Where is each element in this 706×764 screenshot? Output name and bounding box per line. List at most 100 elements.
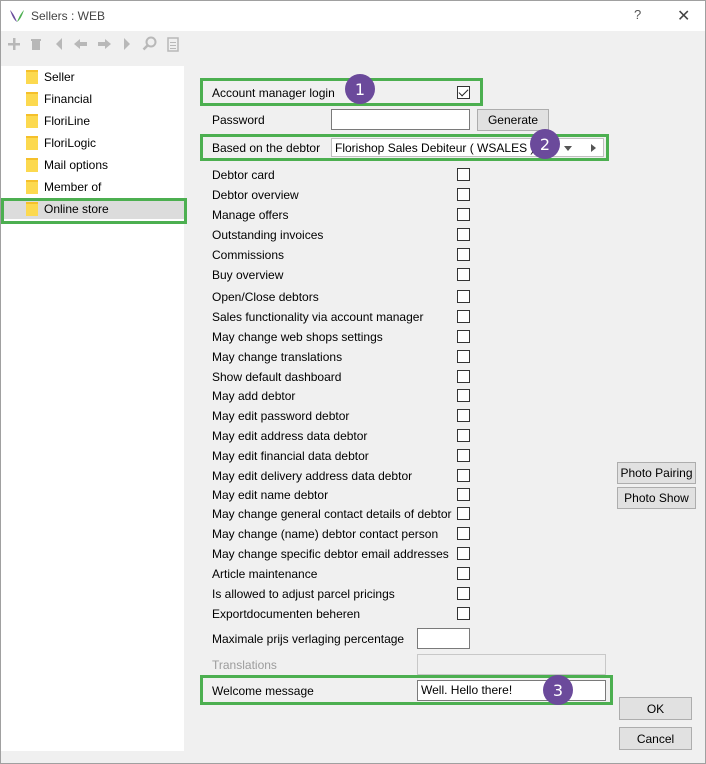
nav-item-label: Seller <box>44 70 75 84</box>
generate-button[interactable]: Generate <box>477 109 549 131</box>
nav-item-label: FloriLogic <box>44 136 97 150</box>
app-logo-icon <box>10 10 24 22</box>
title-bar: Sellers : WEB ? ✕ <box>1 1 705 31</box>
prev-icon[interactable] <box>71 34 91 54</box>
password-label: Password <box>212 113 265 127</box>
perm-checkbox-debtor-card[interactable] <box>457 168 470 181</box>
help-button[interactable]: ? <box>634 7 641 22</box>
nav-item-florilogic[interactable]: FloriLogic <box>1 133 184 153</box>
account-manager-login-checkbox[interactable] <box>457 86 470 99</box>
perm-label: Sales functionality via account manager <box>212 310 424 324</box>
perm-checkbox-general-contact[interactable] <box>457 507 470 520</box>
perm-label: May edit password debtor <box>212 409 350 423</box>
perm-checkbox-edit-password[interactable] <box>457 409 470 422</box>
perm-checkbox-exportdocumenten[interactable] <box>457 607 470 620</box>
nav-item-label: Mail options <box>44 158 109 172</box>
perm-label: Exportdocumenten beheren <box>212 607 361 621</box>
perm-checkbox-edit-delivery-address[interactable] <box>457 469 470 482</box>
folder-icon <box>26 136 38 150</box>
folder-icon <box>26 70 38 84</box>
photo-pairing-button[interactable]: Photo Pairing <box>617 462 696 484</box>
perm-label: May change web shops settings <box>212 330 383 344</box>
nav-item-mail-options[interactable]: Mail options <box>1 155 184 175</box>
annotation-badge-1: 1 <box>345 74 375 104</box>
navigation-panel: Seller Financial FloriLine FloriLogic Ma… <box>1 66 184 751</box>
toolbar <box>1 31 705 57</box>
perm-label: Outstanding invoices <box>212 228 324 242</box>
perm-checkbox-buy-overview[interactable] <box>457 268 470 281</box>
nav-item-seller[interactable]: Seller <box>1 67 184 87</box>
nav-item-label: Member of <box>44 180 102 194</box>
debtor-label: Based on the debtor <box>212 141 321 155</box>
document-icon[interactable] <box>163 34 183 54</box>
next-icon[interactable] <box>94 34 114 54</box>
perm-label: Manage offers <box>212 208 289 222</box>
translations-input <box>417 654 606 675</box>
delete-icon[interactable] <box>26 34 46 54</box>
debtor-combobox[interactable]: Florishop Sales Debiteur ( WSALES ) <box>331 138 604 157</box>
perm-label: Article maintenance <box>212 567 318 581</box>
annotation-badge-2: 2 <box>530 129 560 159</box>
folder-icon <box>26 158 38 172</box>
perm-label: May change specific debtor email address… <box>212 547 449 561</box>
perm-checkbox-edit-address[interactable] <box>457 429 470 442</box>
photo-show-button[interactable]: Photo Show <box>617 487 696 509</box>
max-price-label: Maximale prijs verlaging percentage <box>212 632 405 646</box>
welcome-message-input[interactable]: Well. Hello there! <box>417 680 606 701</box>
perm-checkbox-sales-functionality[interactable] <box>457 310 470 323</box>
max-price-input[interactable] <box>417 628 470 649</box>
perm-checkbox-parcel-pricings[interactable] <box>457 587 470 600</box>
debtor-value: Florishop Sales Debiteur ( WSALES ) <box>335 141 535 155</box>
perm-label: Open/Close debtors <box>212 290 319 304</box>
nav-item-financial[interactable]: Financial <box>1 89 184 109</box>
first-icon[interactable] <box>49 34 69 54</box>
perm-label: May change (name) debtor contact person <box>212 527 439 541</box>
perm-label: Debtor overview <box>212 188 299 202</box>
folder-icon <box>26 114 38 128</box>
perm-checkbox-edit-financial[interactable] <box>457 449 470 462</box>
perm-checkbox-manage-offers[interactable] <box>457 208 470 221</box>
perm-checkbox-outstanding-invoices[interactable] <box>457 228 470 241</box>
perm-label: Show default dashboard <box>212 370 342 384</box>
perm-label: Buy overview <box>212 268 284 282</box>
perm-checkbox-debtor-overview[interactable] <box>457 188 470 201</box>
perm-checkbox-edit-name[interactable] <box>457 488 470 501</box>
chevron-right-icon[interactable] <box>591 144 596 152</box>
perm-checkbox-default-dashboard[interactable] <box>457 370 470 383</box>
last-icon[interactable] <box>117 34 137 54</box>
translations-label: Translations <box>212 658 277 672</box>
nav-item-member-of[interactable]: Member of <box>1 177 184 197</box>
perm-checkbox-article-maintenance[interactable] <box>457 567 470 580</box>
add-icon[interactable] <box>4 34 24 54</box>
perm-label: Is allowed to adjust parcel pricings <box>212 587 395 601</box>
perm-label: Commissions <box>212 248 285 262</box>
perm-checkbox-email-addresses[interactable] <box>457 547 470 560</box>
account-manager-login-label: Account manager login <box>212 86 335 100</box>
search-icon[interactable] <box>140 34 160 54</box>
perm-label: Debtor card <box>212 168 275 182</box>
nav-item-label: FloriLine <box>44 114 91 128</box>
perm-label: May add debtor <box>212 389 296 403</box>
password-input[interactable] <box>331 109 470 130</box>
folder-icon <box>26 180 38 194</box>
cancel-button[interactable]: Cancel <box>619 727 692 750</box>
folder-icon <box>26 92 38 106</box>
perm-checkbox-web-shops-settings[interactable] <box>457 330 470 343</box>
perm-checkbox-change-translations[interactable] <box>457 350 470 363</box>
nav-item-floriline[interactable]: FloriLine <box>1 111 184 131</box>
close-button[interactable]: ✕ <box>677 6 690 26</box>
perm-checkbox-open-close-debtors[interactable] <box>457 290 470 303</box>
nav-item-label: Financial <box>44 92 93 106</box>
perm-label: May change general contact details of de… <box>212 507 452 521</box>
perm-label: May edit delivery address data debtor <box>212 469 413 483</box>
perm-checkbox-contact-person[interactable] <box>457 527 470 540</box>
annotation-badge-3: 3 <box>543 675 573 705</box>
nav-item-label: Online store <box>44 202 109 216</box>
window-title: Sellers : WEB <box>31 9 106 23</box>
perm-checkbox-add-debtor[interactable] <box>457 389 470 402</box>
ok-button[interactable]: OK <box>619 697 692 720</box>
perm-checkbox-commissions[interactable] <box>457 248 470 261</box>
perm-label: May edit address data debtor <box>212 429 368 443</box>
chevron-down-icon[interactable] <box>564 146 572 151</box>
nav-item-online-store[interactable]: Online store <box>1 199 184 219</box>
